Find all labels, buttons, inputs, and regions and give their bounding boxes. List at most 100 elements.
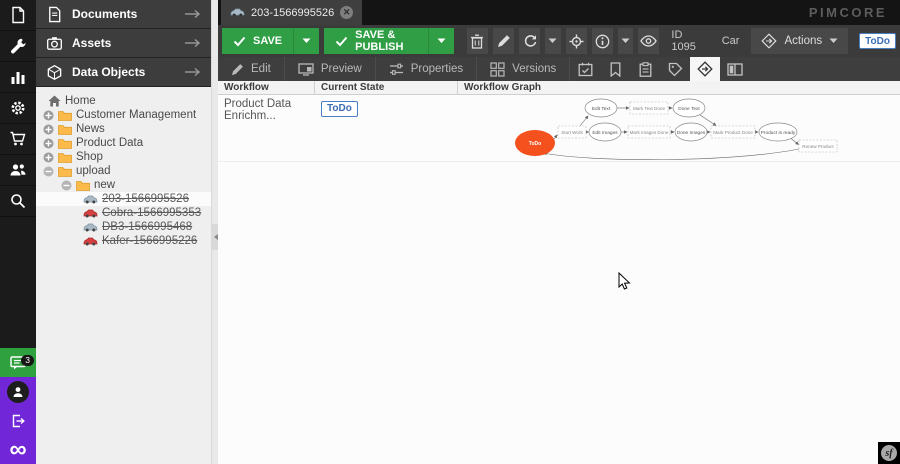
tree-item-label: Product Data — [76, 137, 143, 149]
save-publish-button-label: SAVE & PUBLISH — [355, 29, 417, 53]
tree-item-203-1566995526[interactable]: 203-1566995526 — [36, 192, 211, 206]
svg-text:Edit Images: Edit Images — [592, 130, 618, 136]
sidebar-splitter[interactable] — [211, 0, 218, 464]
sidebar-panel-data-objects[interactable]: Data Objects — [36, 58, 211, 87]
expand-plus-icon[interactable] — [43, 110, 54, 121]
rail-file-button[interactable] — [0, 0, 36, 31]
reload-button[interactable] — [519, 28, 540, 54]
tree-item-news[interactable]: News — [36, 122, 211, 136]
delete-button[interactable] — [467, 28, 488, 54]
logout-button[interactable] — [0, 406, 36, 435]
tab-schedule[interactable] — [570, 57, 600, 81]
sidebar-panel-assets[interactable]: Assets — [36, 29, 211, 58]
rail-search-button[interactable] — [0, 186, 36, 217]
tab-versions[interactable]: Versions — [477, 57, 570, 81]
rail-tools-button[interactable] — [0, 31, 36, 62]
tree-item-customer-management[interactable]: Customer Management — [36, 108, 211, 122]
expand-plus-icon[interactable] — [43, 152, 54, 163]
folder-icon — [58, 152, 72, 163]
tab-close-icon[interactable]: ✕ — [340, 6, 353, 19]
tree-item-cobra-1566995353[interactable]: Cobra-1566995353 — [36, 206, 211, 220]
column-header-workflow[interactable]: Workflow — [218, 81, 315, 94]
sliders-icon — [389, 63, 404, 76]
column-header-current-state[interactable]: Current State — [315, 81, 458, 94]
save-publish-button[interactable]: SAVE & PUBLISH — [324, 28, 454, 54]
search-icon — [9, 192, 27, 210]
rail-customers-button[interactable] — [0, 155, 36, 186]
rail-ecommerce-button[interactable] — [0, 124, 36, 155]
tree-item-label: DB3-1566995468 — [102, 221, 192, 233]
rail-settings-button[interactable] — [0, 93, 36, 124]
check-icon — [233, 36, 246, 47]
avatar — [7, 381, 29, 403]
expand-plus-icon[interactable] — [43, 138, 54, 149]
graph-node-renew-product: Renew Product — [799, 140, 837, 152]
graph-node-product-is-ready: Product is ready — [759, 123, 797, 141]
car-gray-icon — [230, 8, 245, 17]
tree-item-product-data[interactable]: Product Data — [36, 136, 211, 150]
svg-text:Done Images: Done Images — [677, 130, 706, 136]
graph-node-done-images: Done Images — [675, 123, 707, 141]
open-preview-button[interactable] — [638, 28, 659, 54]
symfony-logo-icon: sf — [881, 445, 897, 461]
notifications-button[interactable]: 3 — [0, 348, 36, 377]
save-dropdown-button[interactable] — [293, 28, 319, 54]
tab-properties[interactable]: Properties — [376, 57, 477, 81]
tab-tags[interactable] — [660, 57, 690, 81]
pimcore-logo-button[interactable]: ∞ — [0, 435, 36, 464]
graph-node-edit-text: Edit Text — [585, 99, 617, 117]
sidebar-panel-documents[interactable]: Documents — [36, 0, 211, 29]
columns-icon — [727, 63, 743, 76]
graph-node-start-work: Start Work — [558, 126, 586, 138]
graph-node-edit-images: Edit Images — [589, 123, 621, 141]
save-publish-dropdown-button[interactable] — [428, 28, 454, 54]
folder-icon — [76, 180, 90, 191]
workflow-diamond-icon — [761, 33, 777, 49]
tree-item-home[interactable]: Home — [36, 94, 211, 108]
bar-chart-icon — [9, 68, 27, 86]
bookmark-icon — [610, 62, 621, 77]
svg-text:Mark Images Done: Mark Images Done — [630, 130, 669, 135]
column-header-workflow-graph[interactable]: Workflow Graph — [458, 81, 900, 94]
tab-label: Properties — [411, 63, 463, 75]
reload-dropdown-button[interactable] — [545, 28, 560, 54]
user-profile-button[interactable] — [0, 377, 36, 406]
info-icon — [595, 34, 610, 49]
tree-item-new[interactable]: new — [36, 178, 211, 192]
info-button[interactable] — [592, 28, 613, 54]
tab-notes-events[interactable] — [630, 57, 660, 81]
chevron-down-icon — [621, 38, 630, 44]
tree-item-db3-1566995468[interactable]: DB3-1566995468 — [36, 220, 211, 234]
tab-label: Preview — [321, 63, 362, 75]
tab-preview[interactable]: Preview — [285, 57, 376, 81]
info-dropdown-button[interactable] — [618, 28, 633, 54]
refresh-icon — [523, 34, 537, 48]
workflow-row[interactable]: Product Data Enrichm... ToDo — [218, 95, 900, 162]
expand-plus-icon[interactable] — [43, 124, 54, 135]
workflow-name-cell: Product Data Enrichm... — [218, 95, 315, 161]
graph-node-mark-product-done: Mark Product Done — [711, 126, 755, 138]
tab-reports[interactable] — [720, 57, 750, 81]
car-red-icon — [83, 237, 98, 246]
collapse-minus-icon[interactable] — [43, 166, 54, 177]
arrow-right-icon — [185, 67, 201, 77]
tree-item-upload[interactable]: upload — [36, 164, 211, 178]
tab-dependencies[interactable] — [600, 57, 630, 81]
current-state-badge[interactable]: ToDo — [321, 101, 358, 117]
rail-reports-button[interactable] — [0, 62, 36, 93]
collapse-minus-icon[interactable] — [61, 180, 72, 191]
tree-item-shop[interactable]: Shop — [36, 150, 211, 164]
folder-icon — [58, 124, 72, 135]
svg-text:Done Text: Done Text — [678, 106, 700, 112]
tab-edit[interactable]: Edit — [218, 57, 285, 81]
notification-count-badge: 3 — [21, 355, 34, 366]
rename-button[interactable] — [493, 28, 514, 54]
symfony-profiler-button[interactable]: sf — [878, 442, 900, 464]
tab-object-203[interactable]: 203-1566995526 ✕ — [221, 0, 362, 25]
locate-in-tree-button[interactable] — [566, 28, 587, 54]
workflow-actions-button[interactable]: Actions — [751, 28, 848, 54]
tab-workflow[interactable] — [690, 57, 720, 81]
save-button[interactable]: SAVE — [222, 28, 319, 54]
object-tabs-bar: Edit Preview Properties Versions — [218, 57, 900, 81]
tree-item-kafer-1566995226[interactable]: Kafer-1566995226 — [36, 234, 211, 248]
